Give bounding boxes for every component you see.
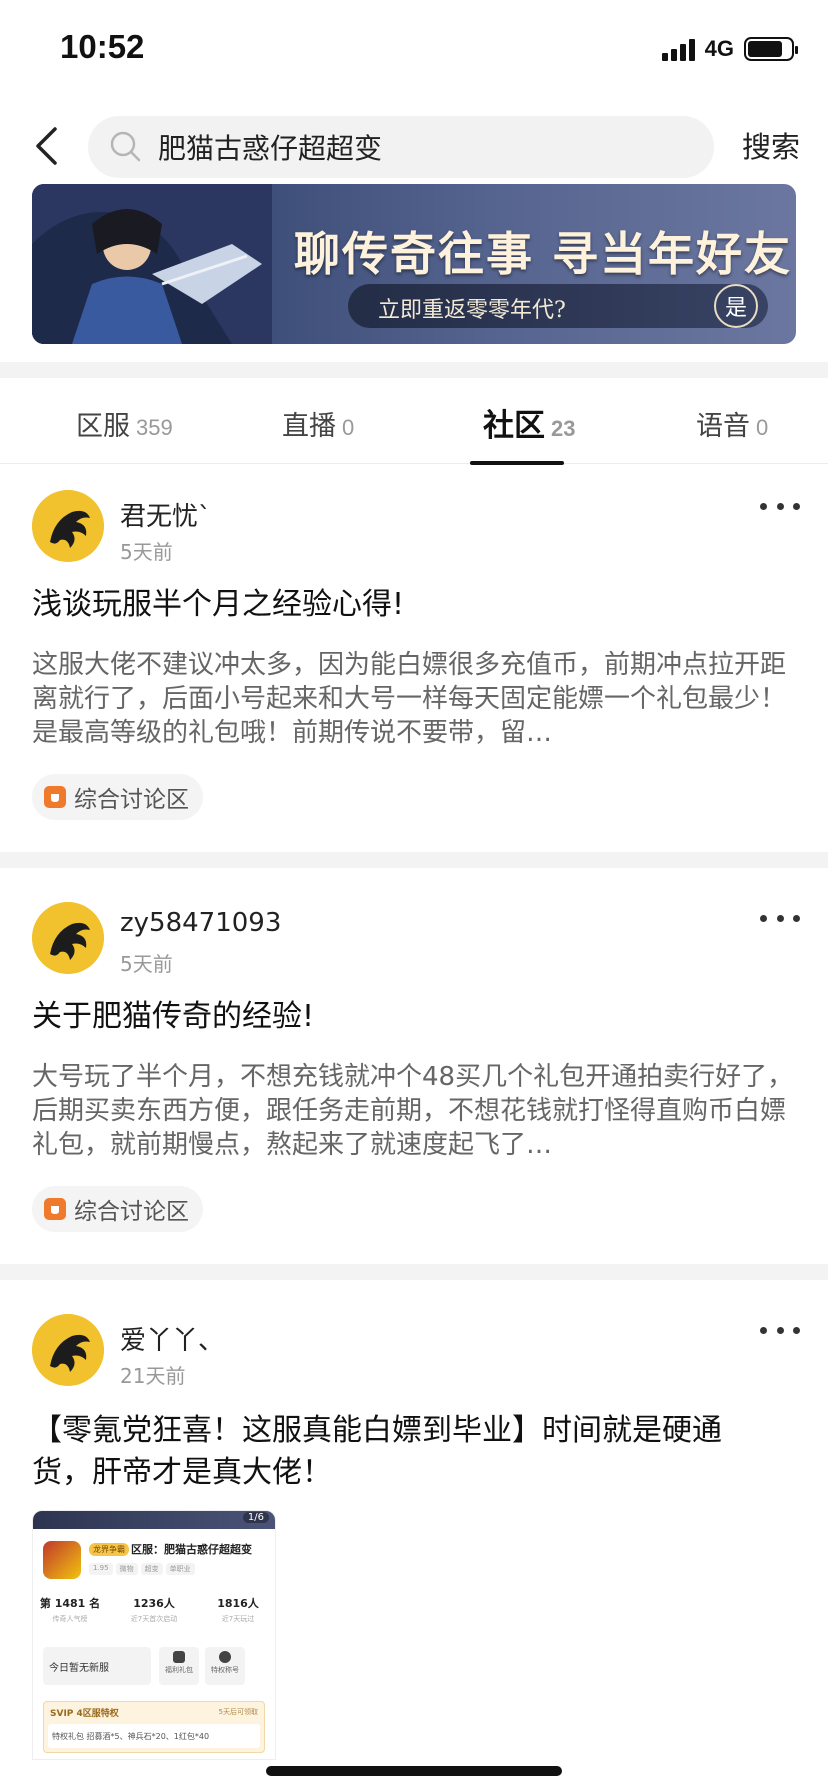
game-icon [43,1541,81,1579]
tab-voice[interactable]: 语音 0 [696,404,768,443]
tag-label: 综合讨论区 [74,1199,189,1225]
stat-played: 1816人 近7天玩过 [217,1597,259,1623]
avatar[interactable] [32,490,104,562]
search-header: 肥猫古惑仔超超变 搜索 [0,112,828,180]
tab-community[interactable]: 社区 23 [483,400,575,445]
more-options-icon[interactable] [760,496,800,516]
tab-bar: 区服 359 直播 0 社区 23 语音 0 [0,378,828,465]
section-divider [0,362,828,378]
banner-yes-button[interactable]: 是 [714,284,758,328]
search-query: 肥猫古惑仔超超变 [158,132,383,165]
no-new-server-notice: 今日暂无新服 [43,1647,151,1685]
gift-icon [173,1651,185,1663]
status-bar: 10:52 4G [0,0,828,100]
post-divider [0,1264,828,1280]
post-divider [0,852,828,868]
banner-title: 聊传奇往事 寻当年好友 [294,227,793,281]
post-body: 这服大佬不建议冲太多，因为能白嫖很多充值币，前期冲点拉开距离就行了，后面小号起来… [32,650,787,748]
promo-banner[interactable]: 聊传奇往事 寻当年好友 立即重返零零年代? 是 [32,184,796,344]
network-type: 4G [704,36,734,61]
cup-icon [44,1198,66,1220]
post-time: 5天前 [120,952,173,976]
author-name[interactable]: 君无忧` [120,496,211,533]
tab-live[interactable]: 直播 0 [282,404,354,443]
avatar[interactable] [32,902,104,974]
status-indicators: 4G [661,36,798,62]
server-chips: 1.95 微物 超变 单职业 [89,1563,195,1575]
dragon-avatar-icon [32,490,104,562]
chip: 微物 [115,1563,138,1575]
game-badge: 龙界争霸 [89,1543,129,1556]
medal-icon [219,1651,231,1663]
chevron-left-icon [36,127,57,165]
avatar[interactable] [32,1314,104,1386]
author-name[interactable]: 爱丫丫、 [120,1320,224,1357]
signal-icon [661,37,695,61]
banner-subtitle: 立即重返零零年代? [378,298,566,323]
server-name: 区服：肥猫古惑仔超超变 [131,1543,252,1556]
stat-rank: 第 1481 名 传奇人气榜 [39,1597,101,1623]
post-title: 【零氪党狂喜！这服真能白嫖到毕业】时间就是硬通货，肝帝才是真大佬！ [32,1413,722,1490]
thumbnail-header: 1/6 [33,1511,275,1529]
topic-tag[interactable]: 综合讨论区 [32,1186,203,1232]
privilege-title: 特权称号 [205,1647,245,1685]
topic-tag[interactable]: 综合讨论区 [32,774,203,820]
active-tab-indicator [470,461,564,465]
post-time: 5天前 [120,540,173,564]
stat-new-players: 1236人 近7天首次启动 [130,1597,178,1623]
search-button[interactable]: 搜索 [742,124,800,166]
image-page-indicator: 1/6 [242,1512,269,1523]
post-body: 大号玩了半个月，不想充钱就冲个48买几个礼包开通拍卖行好了，后期买卖东西方便，跟… [32,1062,794,1160]
chip: 单职业 [165,1563,195,1575]
chip: 超变 [140,1563,163,1575]
community-post[interactable]: zy58471093 5天前 关于肥猫传奇的经验! 大号玩了半个月，不想充钱就冲… [0,902,828,1262]
cup-icon [44,786,66,808]
post-time: 21天前 [120,1364,186,1388]
home-indicator [266,1766,562,1776]
banner-cta-pill[interactable]: 立即重返零零年代? 是 [348,284,768,328]
author-name[interactable]: zy58471093 [120,908,281,938]
post-image-thumbnail[interactable]: 1/6 龙界争霸 区服：肥猫古惑仔超超变 1.95 微物 超变 单职业 第 14… [32,1510,276,1760]
community-post[interactable]: 君无忧` 5天前 浅谈玩服半个月之经验心得! 这服大佬不建议冲太多，因为能白嫖很… [0,490,828,850]
more-options-icon[interactable] [760,908,800,928]
welfare-gift: 福利礼包 [159,1647,199,1685]
search-input[interactable]: 肥猫古惑仔超超变 [88,116,714,178]
dragon-avatar-icon [32,1314,104,1386]
community-post[interactable]: 爱丫丫、 21天前 【零氪党狂喜！这服真能白嫖到毕业】时间就是硬通货，肝帝才是真… [0,1314,828,1792]
tag-label: 综合讨论区 [74,787,189,813]
hero-illustration [32,184,272,344]
post-title: 关于肥猫传奇的经验! [32,999,315,1034]
tab-servers[interactable]: 区服 359 [76,404,173,443]
status-time: 10:52 [60,28,145,65]
back-button[interactable] [26,122,66,170]
chip: 1.95 [89,1563,113,1575]
more-options-icon[interactable] [760,1320,800,1340]
post-title: 浅谈玩服半个月之经验心得! [32,587,405,622]
battery-icon [744,37,798,61]
search-icon [110,131,141,162]
svip-privilege-card: SVIP 4区服特权 5天后可领取 特权礼包 招募酒*5、神兵石*20、1红包*… [43,1701,265,1753]
dragon-avatar-icon [32,902,104,974]
